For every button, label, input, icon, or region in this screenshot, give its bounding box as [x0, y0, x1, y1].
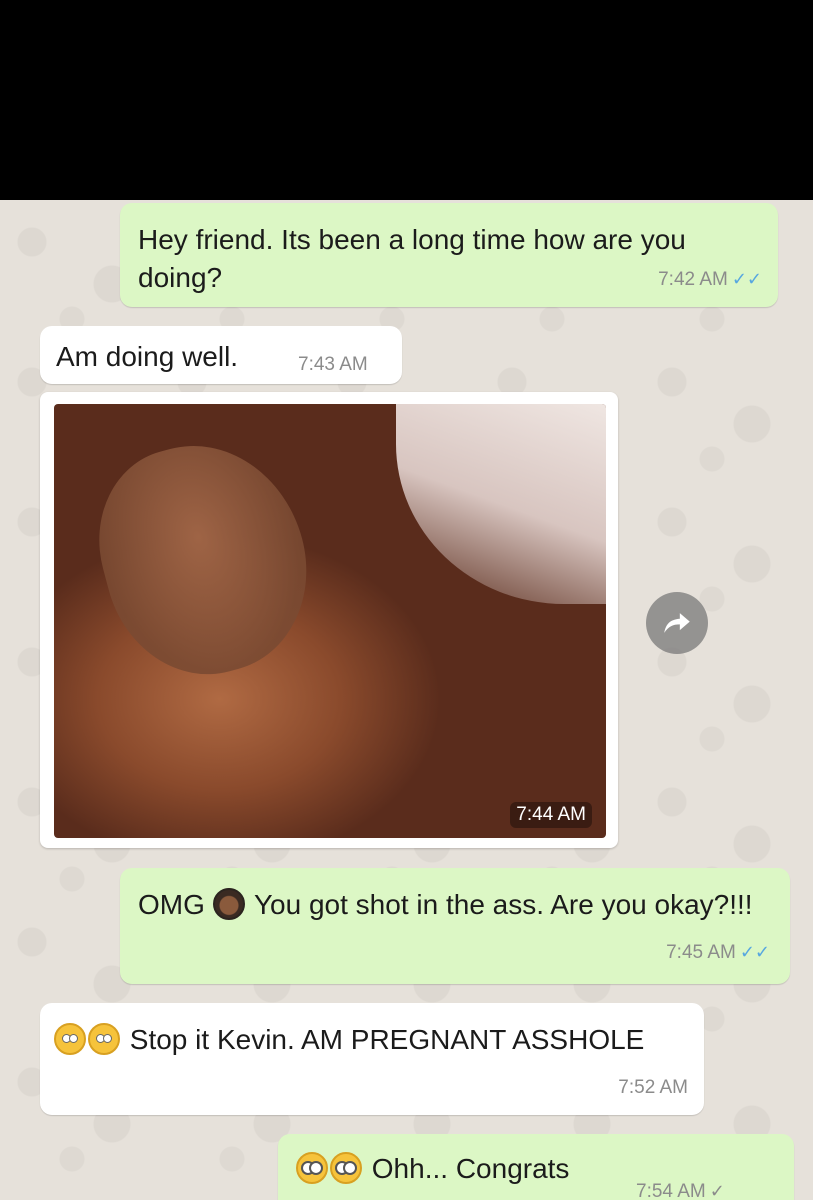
outgoing-message-6[interactable]: Ohh... Congrats 7:54 AM ✓ — [278, 1134, 794, 1200]
forward-arrow-icon — [664, 613, 690, 633]
image-time: 7:44 AM — [510, 802, 592, 828]
message-time: 7:54 AM ✓ — [636, 1172, 725, 1200]
double-check-icon: ✓✓ — [731, 269, 762, 289]
outgoing-message-4[interactable]: OMG You got shot in the ass. Are you oka… — [120, 868, 790, 984]
incoming-image-message[interactable]: 7:44 AM — [40, 392, 618, 848]
double-check-icon: ✓✓ — [739, 942, 770, 962]
message-text-end: You got shot in the ass. Are you okay?!!… — [253, 889, 753, 920]
forward-button[interactable] — [646, 592, 708, 654]
incoming-message-5[interactable]: Stop it Kevin. AM PREGNANT ASSHOLE 7:52 … — [40, 1003, 704, 1115]
outgoing-message-1[interactable]: Hey friend. Its been a long time how are… — [120, 203, 778, 307]
message-text: Stop it Kevin. AM PREGNANT ASSHOLE — [129, 1024, 645, 1055]
time-label: 7:45 AM — [666, 942, 736, 963]
photo-hand-area — [77, 422, 331, 696]
face-emoji-icon — [212, 888, 245, 920]
single-check-icon: ✓ — [709, 1181, 725, 1200]
time-label: 7:42 AM — [658, 269, 728, 290]
photo-attachment[interactable]: 7:44 AM — [54, 404, 606, 838]
frowning-emoji-icon — [88, 1023, 120, 1055]
message-text: Ohh... Congrats — [371, 1153, 570, 1184]
message-time: 7:52 AM — [618, 1077, 688, 1098]
message-time: 7:42 AM ✓✓ — [658, 260, 762, 299]
flushed-emoji-icon — [330, 1152, 362, 1184]
chat-conversation[interactable]: Hey friend. Its been a long time how are… — [0, 200, 813, 1200]
flushed-emoji-icon — [296, 1152, 328, 1184]
message-time: 7:43 AM — [298, 354, 368, 375]
black-top-bar — [0, 0, 813, 200]
photo-fabric-area — [396, 404, 606, 604]
incoming-message-2[interactable]: Am doing well. 7:43 AM — [40, 326, 402, 384]
message-text: Hey friend. Its been a long time how are… — [138, 224, 686, 293]
message-text-start: OMG — [138, 889, 205, 920]
time-label: 7:54 AM — [636, 1181, 706, 1200]
message-time: 7:45 AM ✓✓ — [666, 933, 770, 972]
frowning-emoji-icon — [54, 1023, 86, 1055]
message-text: Am doing well. — [56, 341, 239, 372]
